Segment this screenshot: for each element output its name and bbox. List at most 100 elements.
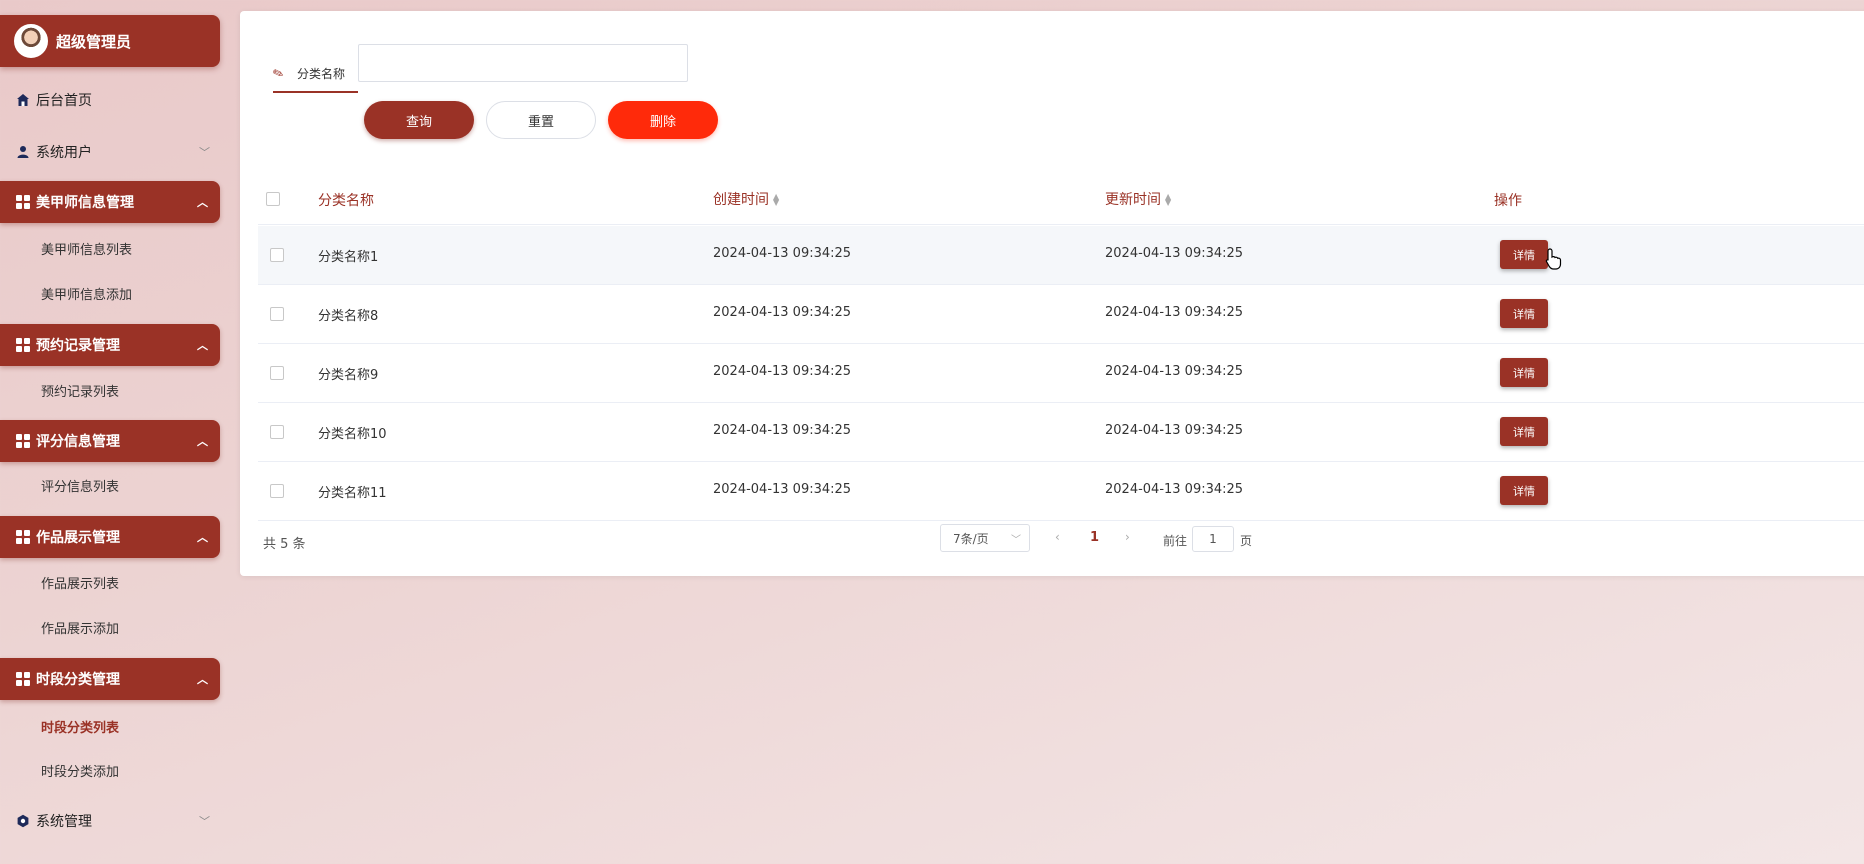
sidebar-item-system[interactable]: 系统管理 ﹀ bbox=[0, 801, 220, 841]
page-size-select[interactable]: 7条/页 ﹀ bbox=[940, 524, 1030, 552]
sidebar-group-works[interactable]: 作品展示管理 ︿ bbox=[0, 516, 220, 558]
pointer-cursor-icon bbox=[1545, 248, 1562, 270]
cell-updated: 2024-04-13 09:34:25 bbox=[1105, 246, 1244, 261]
search-label-text: 分类名称 bbox=[297, 66, 346, 81]
goto-suffix: 页 bbox=[1240, 534, 1253, 548]
delete-button[interactable]: 删除 bbox=[608, 101, 718, 139]
table-row[interactable]: 分类名称10 2024-04-13 09:34:25 2024-04-13 09… bbox=[258, 403, 1864, 462]
sidebar-item-timeslot-list[interactable]: 时段分类列表 bbox=[41, 719, 119, 739]
sidebar-item-works-add[interactable]: 作品展示添加 bbox=[41, 620, 119, 640]
row-checkbox[interactable] bbox=[270, 484, 284, 498]
chevron-down-icon: ﹀ bbox=[199, 815, 210, 828]
sidebar-group-timeslot[interactable]: 时段分类管理 ︿ bbox=[0, 658, 220, 700]
page-number-current[interactable]: 1 bbox=[1090, 530, 1099, 545]
column-header-updated[interactable]: 更新时间 ▲ ▼ bbox=[1105, 189, 1171, 209]
sidebar-item-users[interactable]: 系统用户 ﹀ bbox=[0, 132, 220, 172]
query-button[interactable]: 查询 bbox=[364, 101, 474, 139]
detail-button[interactable]: 详情 bbox=[1500, 299, 1548, 328]
detail-button[interactable]: 详情 bbox=[1500, 417, 1548, 446]
sidebar-item-label: 系统管理 bbox=[36, 814, 92, 830]
total-count: 共 5 条 bbox=[263, 537, 306, 552]
cell-created: 2024-04-13 09:34:25 bbox=[713, 482, 852, 497]
row-checkbox[interactable] bbox=[270, 307, 284, 321]
row-checkbox[interactable] bbox=[270, 366, 284, 380]
cell-name: 分类名称8 bbox=[318, 309, 379, 324]
sidebar-group-label: 时段分类管理 bbox=[36, 672, 120, 688]
sidebar-item-works-list[interactable]: 作品展示列表 bbox=[41, 575, 119, 595]
cell-name: 分类名称9 bbox=[318, 368, 379, 383]
next-page-icon[interactable]: › bbox=[1125, 530, 1130, 544]
sidebar-item-home[interactable]: 后台首页 bbox=[0, 80, 220, 120]
detail-button[interactable]: 详情 bbox=[1500, 240, 1548, 269]
reset-button[interactable]: 重置 bbox=[486, 101, 596, 139]
column-header-name: 分类名称 bbox=[318, 193, 374, 209]
cell-created: 2024-04-13 09:34:25 bbox=[713, 305, 852, 320]
sort-icon[interactable]: ▲ ▼ bbox=[773, 193, 779, 207]
goto-label: 前往 bbox=[1163, 534, 1188, 548]
sidebar-item-label: 系统用户 bbox=[36, 145, 92, 161]
chevron-up-icon: ︿ bbox=[197, 673, 208, 686]
grid-icon bbox=[16, 434, 30, 448]
detail-button[interactable]: 详情 bbox=[1500, 476, 1548, 505]
column-header-created-label: 创建时间 bbox=[713, 192, 769, 208]
sidebar-item-label: 后台首页 bbox=[36, 93, 92, 109]
pagination: 共 5 条 7条/页 ﹀ ‹ 1 › 前往 页 bbox=[240, 521, 1864, 561]
row-checkbox[interactable] bbox=[270, 425, 284, 439]
column-header-updated-label: 更新时间 bbox=[1105, 192, 1161, 208]
column-header-created[interactable]: 创建时间 ▲ ▼ bbox=[713, 189, 779, 209]
cell-name: 分类名称11 bbox=[318, 486, 387, 501]
select-all-checkbox[interactable] bbox=[266, 192, 280, 206]
cell-created: 2024-04-13 09:34:25 bbox=[713, 423, 852, 438]
cell-updated: 2024-04-13 09:34:25 bbox=[1105, 305, 1244, 320]
sidebar-item-nail-artist-list[interactable]: 美甲师信息列表 bbox=[41, 241, 132, 261]
user-name: 超级管理员 bbox=[56, 32, 132, 51]
cell-created: 2024-04-13 09:34:25 bbox=[713, 246, 852, 261]
chevron-down-icon: ﹀ bbox=[1011, 535, 1021, 546]
cell-updated: 2024-04-13 09:34:25 bbox=[1105, 423, 1244, 438]
sidebar-group-label: 美甲师信息管理 bbox=[36, 195, 134, 211]
grid-icon bbox=[16, 672, 30, 686]
column-header-action: 操作 bbox=[1494, 193, 1522, 209]
sidebar-group-rating[interactable]: 评分信息管理 ︿ bbox=[0, 420, 220, 462]
table-row[interactable]: 分类名称1 2024-04-13 09:34:25 2024-04-13 09:… bbox=[258, 226, 1864, 285]
sidebar-item-rating-list[interactable]: 评分信息列表 bbox=[41, 478, 119, 498]
table-row[interactable]: 分类名称9 2024-04-13 09:34:25 2024-04-13 09:… bbox=[258, 344, 1864, 403]
goto-page-input[interactable] bbox=[1192, 526, 1234, 552]
sidebar-item-nail-artist-add[interactable]: 美甲师信息添加 bbox=[41, 286, 132, 306]
table-row[interactable]: 分类名称8 2024-04-13 09:34:25 2024-04-13 09:… bbox=[258, 285, 1864, 344]
sidebar: 超级管理员 后台首页 系统用户 ﹀ 美甲师信息管理 ︿ 美甲师信息列表 美甲师信… bbox=[0, 0, 222, 864]
cell-updated: 2024-04-13 09:34:25 bbox=[1105, 364, 1244, 379]
sort-icon[interactable]: ▲ ▼ bbox=[1165, 193, 1171, 207]
home-icon bbox=[16, 93, 30, 107]
avatar bbox=[14, 24, 48, 58]
cell-name: 分类名称1 bbox=[318, 250, 379, 265]
user-icon bbox=[16, 145, 30, 159]
table-header: 分类名称 创建时间 ▲ ▼ 更新时间 ▲ ▼ 操作 bbox=[258, 171, 1864, 225]
grid-icon bbox=[16, 338, 30, 352]
cell-name: 分类名称10 bbox=[318, 427, 387, 442]
prev-page-icon[interactable]: ‹ bbox=[1055, 530, 1060, 544]
detail-button[interactable]: 详情 bbox=[1500, 358, 1548, 387]
sidebar-group-booking[interactable]: 预约记录管理 ︿ bbox=[0, 324, 220, 366]
row-checkbox[interactable] bbox=[270, 248, 284, 262]
table-row[interactable]: 分类名称11 2024-04-13 09:34:25 2024-04-13 09… bbox=[258, 462, 1864, 521]
chevron-down-icon: ﹀ bbox=[199, 146, 210, 159]
sidebar-group-nail-artist[interactable]: 美甲师信息管理 ︿ bbox=[0, 181, 220, 223]
sidebar-item-timeslot-add[interactable]: 时段分类添加 bbox=[41, 763, 119, 783]
sidebar-item-booking-list[interactable]: 预约记录列表 bbox=[41, 383, 119, 403]
main-panel: ✎ 分类名称 查询 重置 删除 分类名称 创建时间 ▲ ▼ 更新时间 ▲ ▼ 操作 分类… bbox=[240, 11, 1864, 576]
chevron-up-icon: ︿ bbox=[197, 339, 208, 352]
pen-icon: ✎ bbox=[270, 64, 287, 83]
search-label: ✎ 分类名称 bbox=[270, 55, 358, 93]
chevron-up-icon: ︿ bbox=[197, 196, 208, 209]
cell-updated: 2024-04-13 09:34:25 bbox=[1105, 482, 1244, 497]
chevron-up-icon: ︿ bbox=[197, 531, 208, 544]
sidebar-group-label: 预约记录管理 bbox=[36, 338, 120, 354]
gear-icon bbox=[16, 814, 30, 828]
cell-created: 2024-04-13 09:34:25 bbox=[713, 364, 852, 379]
sidebar-group-label: 评分信息管理 bbox=[36, 434, 120, 450]
page-size-value: 7条/页 bbox=[953, 531, 989, 546]
search-input[interactable] bbox=[358, 44, 688, 82]
user-header[interactable]: 超级管理员 bbox=[0, 15, 220, 67]
sidebar-group-label: 作品展示管理 bbox=[36, 530, 120, 546]
